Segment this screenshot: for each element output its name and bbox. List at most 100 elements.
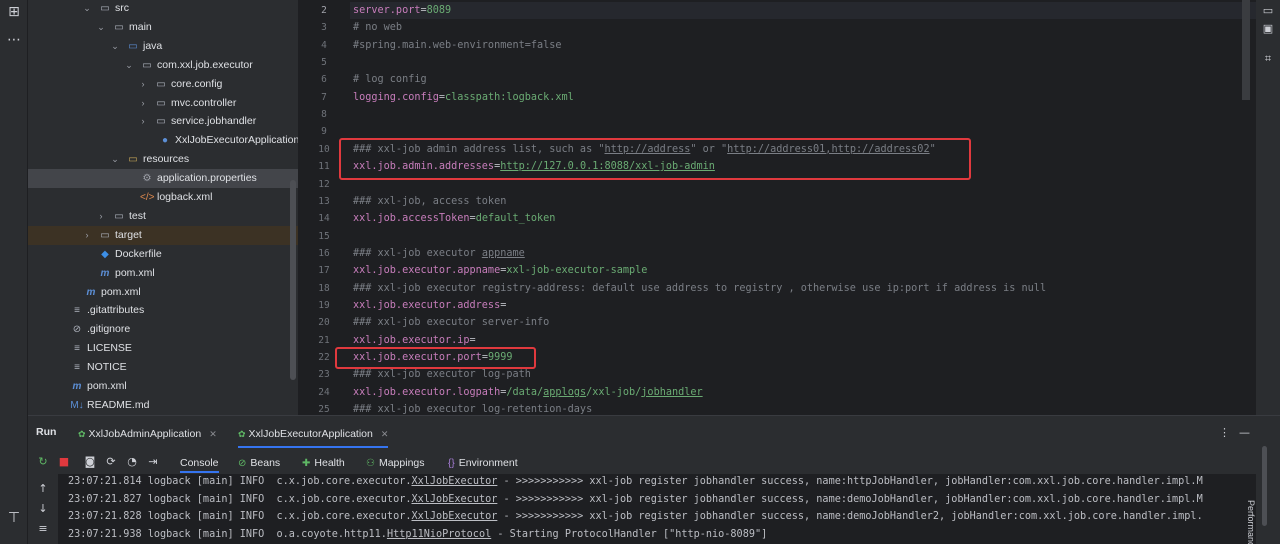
tab-console[interactable]: Console: [180, 453, 219, 473]
project-scrollbar[interactable]: [290, 180, 296, 380]
ai-icon[interactable]: ⌗: [1260, 52, 1276, 70]
database-icon[interactable]: ▣: [1260, 22, 1276, 40]
chevron-icon[interactable]: ›: [96, 207, 106, 226]
editor-scrollbar[interactable]: [1242, 0, 1250, 100]
comment: # no web: [353, 22, 403, 34]
tree-item[interactable]: ⚙ application.properties: [28, 169, 298, 189]
chevron-icon[interactable]: ›: [138, 94, 148, 113]
tree-item[interactable]: m pom.xml: [28, 377, 298, 396]
restart-icon[interactable]: ⟳: [104, 455, 118, 469]
code-line[interactable]: # log config: [353, 71, 1253, 88]
line-number: 20: [318, 317, 330, 329]
chevron-icon[interactable]: ›: [82, 226, 92, 245]
code-line[interactable]: xxl.job.accessToken=default_token: [353, 210, 1253, 227]
editor[interactable]: 2 3 4 5 6 7 8 9 10 11 12 13 14 15 16 17 18 19 20 21 22 23 24 25…: [298, 0, 1280, 415]
up-arrow-icon[interactable]: ↑: [36, 482, 50, 495]
notifications-icon[interactable]: ▭: [1260, 4, 1276, 22]
coverage-icon[interactable]: ◔: [125, 455, 139, 469]
chevron-icon[interactable]: ⌄: [110, 150, 120, 169]
tree-item[interactable]: </> logback.xml: [28, 188, 298, 207]
chevron-icon[interactable]: ⌄: [124, 56, 134, 75]
tree-item[interactable]: ⌄ ▭ java: [28, 37, 298, 56]
minimize-icon[interactable]: —: [1239, 426, 1250, 439]
code-line[interactable]: [353, 228, 1253, 245]
tree-item[interactable]: ≡ LICENSE: [28, 339, 298, 358]
exit-icon[interactable]: ⇥: [146, 455, 160, 469]
chevron-icon[interactable]: ⌄: [96, 18, 106, 37]
tree-item[interactable]: m pom.xml: [28, 264, 298, 283]
tree-item[interactable]: m pom.xml: [28, 283, 298, 302]
tab-xxl-job-executor[interactable]: ✿ XxlJobExecutorApplication ✕: [238, 420, 389, 448]
structure-icon[interactable]: ⊞: [4, 2, 24, 22]
health-icon: ✚: [302, 458, 311, 469]
code-line[interactable]: logging.config=classpath:logback.xml: [353, 89, 1253, 106]
code-line[interactable]: ### xxl-job executor server-info: [353, 314, 1253, 331]
log-link: Http11NioProtocol: [386, 528, 492, 540]
comment: ### xxl-job executor log-path: [353, 369, 531, 381]
stop-icon[interactable]: ■: [57, 455, 71, 469]
line-number: 14: [318, 213, 330, 225]
text-icon: ≡: [74, 305, 80, 317]
tree-item[interactable]: ⌄ ▭ com.xxl.job.executor: [28, 56, 298, 75]
code-line[interactable]: [353, 54, 1253, 71]
console-output[interactable]: 23:07:21.814 logback [main] INFO c.x.job…: [58, 474, 1258, 544]
code-line[interactable]: # no web: [353, 19, 1253, 36]
folder-icon: ▭: [114, 21, 124, 33]
tab-beans[interactable]: ⊘ Beans: [238, 453, 280, 473]
more-options-icon[interactable]: ⋮: [1219, 426, 1230, 439]
tab-mappings[interactable]: ⚇ Mappings: [366, 453, 425, 473]
chevron-icon[interactable]: ›: [138, 75, 148, 94]
line-number: 25: [318, 404, 330, 415]
build-icon[interactable]: ⊤: [4, 508, 24, 528]
tree-item-label: main: [129, 20, 152, 33]
console-scrollbar[interactable]: [1262, 446, 1267, 526]
tree-item[interactable]: ● XxlJobExecutorApplication: [28, 131, 298, 150]
property-value: xxl-job-executor-sample: [506, 265, 648, 277]
code-line[interactable]: server.port=8089: [353, 2, 1253, 19]
chevron-icon[interactable]: ⌄: [82, 0, 92, 18]
chevron-icon[interactable]: ⌄: [110, 37, 120, 56]
code-line[interactable]: xxl.job.executor.appname=xxl-job-executo…: [353, 262, 1253, 279]
environment-icon: {}: [448, 458, 455, 469]
tree-item[interactable]: M↓ README.md: [28, 396, 298, 415]
close-icon[interactable]: ✕: [209, 429, 217, 439]
code-line[interactable]: xxl.job.executor.address=: [353, 297, 1253, 314]
tree-item[interactable]: › ▭ core.config: [28, 75, 298, 94]
log-text: - Starting ProtocolHandler ["http-nio-80…: [491, 528, 768, 540]
tree-item[interactable]: ⊘ .gitignore: [28, 320, 298, 339]
property-separator: =: [500, 299, 507, 311]
more-icon[interactable]: ⋯: [4, 30, 24, 50]
tree-item[interactable]: ≡ NOTICE: [28, 358, 298, 377]
line-number: 6: [321, 74, 327, 86]
camera-icon[interactable]: ◙: [83, 455, 97, 469]
package-icon: ▭: [156, 97, 166, 109]
tree-item[interactable]: ≡ .gitattributes: [28, 301, 298, 320]
chevron-icon[interactable]: ›: [138, 112, 148, 131]
tree-item[interactable]: › ▭ test: [28, 207, 298, 226]
code-line[interactable]: ### xxl-job, access token: [353, 193, 1253, 210]
tree-item[interactable]: ⌄ ▭ resources: [28, 150, 298, 169]
code-line[interactable]: ### xxl-job executor log-retention-days: [353, 401, 1253, 415]
tree-item[interactable]: › ▭ mvc.controller: [28, 94, 298, 113]
project-tree: ⌄ ▭ src ⌄ ▭ main ⌄ ▭ java ⌄ ▭ com.xxl.job.executor ›…: [28, 0, 298, 415]
rerun-icon[interactable]: ↻: [36, 455, 50, 469]
code-line[interactable]: ### xxl-job executor registry-address: d…: [353, 280, 1253, 297]
tree-item[interactable]: ⌄ ▭ main: [28, 18, 298, 37]
tab-environment[interactable]: {} Environment: [448, 453, 518, 473]
tree-item[interactable]: ⌄ ▭ src: [28, 0, 298, 18]
tree-item[interactable]: ◆ Dockerfile: [28, 245, 298, 264]
code-line[interactable]: [353, 106, 1253, 123]
tab-health[interactable]: ✚ Health: [302, 453, 345, 473]
code-line[interactable]: xxl.job.executor.logpath=/data/applogs/x…: [353, 384, 1253, 401]
code-line[interactable]: ### xxl-job executor appname: [353, 245, 1253, 262]
close-icon[interactable]: ✕: [381, 429, 389, 439]
tree-item[interactable]: › ▭ service.jobhandler: [28, 112, 298, 131]
tab-xxl-job-admin[interactable]: ✿ XxlJobAdminApplication ✕: [78, 420, 217, 448]
wrap-icon[interactable]: ≡: [36, 522, 50, 535]
performance-tab[interactable]: Performance: [1242, 500, 1256, 544]
comment: appname: [481, 247, 525, 259]
tree-item[interactable]: › ▭ target: [28, 225, 298, 245]
code-line[interactable]: #spring.main.web-environment=false: [353, 37, 1253, 54]
down-arrow-icon[interactable]: ↓: [36, 502, 50, 515]
line-number: 2: [321, 5, 327, 16]
